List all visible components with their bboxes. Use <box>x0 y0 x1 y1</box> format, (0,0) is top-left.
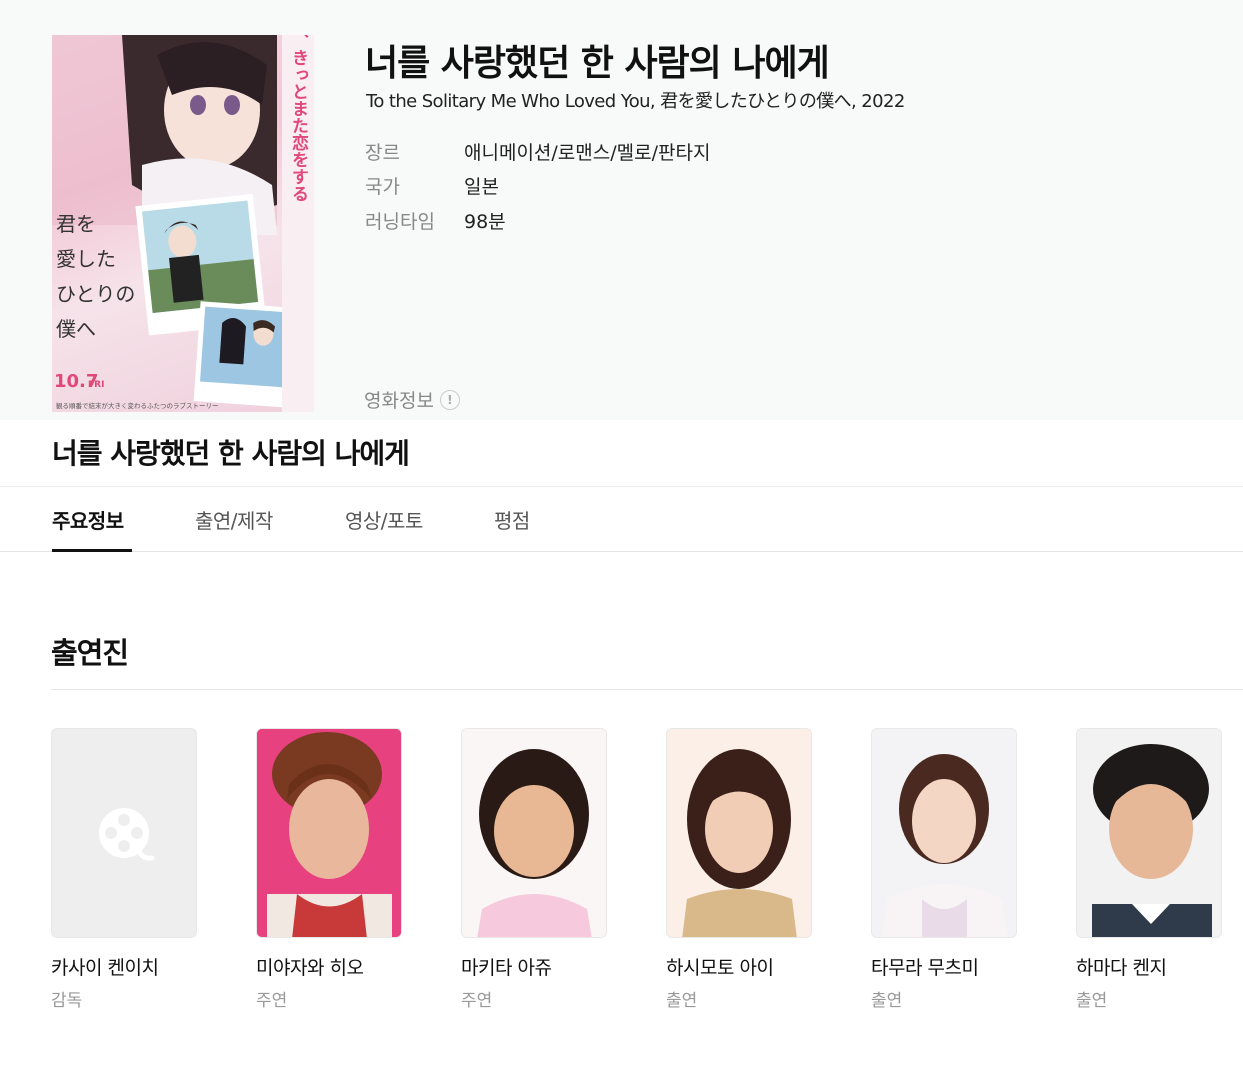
cast-name: 하시모토 아이 <box>666 957 774 979</box>
tab-bar: 주요정보 출연/제작 영상/포토 평점 <box>0 486 1243 552</box>
movie-title: 너를 사랑했던 한 사람의 나에게 <box>365 43 830 84</box>
movie-subtitle: To the Solitary Me Who Loved You, 君を愛したひ… <box>366 91 905 112</box>
poster-bottom-line: 観る順番で結末が大きく変わるふたつのラブストーリー <box>56 401 219 410</box>
cast-photo <box>1076 728 1222 938</box>
cast-card[interactable]: 미야자와 히오 주연 <box>256 728 402 1011</box>
tab-video-photo[interactable]: 영상/포토 <box>345 505 423 534</box>
cast-role: 주연 <box>256 991 288 1011</box>
cast-section-title: 출연진 <box>51 636 129 670</box>
poster-title-line-4: 僕へ <box>56 317 96 341</box>
info-value: 일본 <box>464 176 499 198</box>
movie-info-label: 영화정보 <box>364 390 434 412</box>
divider <box>51 689 1243 690</box>
tab-main-info[interactable]: 주요정보 <box>52 505 124 534</box>
poster-title-line-1: 君を <box>56 212 96 236</box>
cast-name: 미야자와 히오 <box>256 957 364 979</box>
section-title: 너를 사랑했던 한 사람의 나에게 <box>52 437 410 470</box>
cast-card[interactable]: 하마다 켄지 출연 <box>1076 728 1222 1011</box>
poster-tagline: どの世界の君にも、きっとまた恋をする <box>288 35 309 202</box>
cast-photo <box>666 728 812 938</box>
movie-info-link[interactable]: 영화정보 ! <box>364 386 460 413</box>
cast-card[interactable]: 하시모토 아이 출연 <box>666 728 812 1011</box>
poster-day: FRI <box>88 380 104 390</box>
poster-title-line-2: 愛した <box>56 247 116 271</box>
tab-rating[interactable]: 평점 <box>494 505 530 534</box>
cast-photo <box>256 728 402 938</box>
cast-role: 주연 <box>461 991 493 1011</box>
cast-name: 타무라 무츠미 <box>871 957 979 979</box>
tab-cast-crew[interactable]: 출연/제작 <box>195 505 273 534</box>
cast-role: 출연 <box>871 991 903 1011</box>
cast-name: 하마다 켄지 <box>1076 957 1167 979</box>
cast-name: 마키타 아쥬 <box>461 957 552 979</box>
cast-role: 출연 <box>666 991 698 1011</box>
cast-photo <box>461 728 607 938</box>
cast-card[interactable]: 카사이 켄이치 감독 <box>51 728 197 1011</box>
cast-photo <box>871 728 1017 938</box>
cast-card[interactable]: 타무라 무츠미 출연 <box>871 728 1017 1011</box>
poster-title-line-3: ひとりの <box>56 282 135 306</box>
info-label: 러닝타임 <box>365 211 435 233</box>
cast-name: 카사이 켄이치 <box>51 957 159 979</box>
cast-role: 감독 <box>51 991 83 1011</box>
cast-photo-placeholder <box>51 728 197 938</box>
film-reel-icon <box>99 808 155 861</box>
cast-card[interactable]: 마키타 아쥬 주연 <box>461 728 607 1011</box>
info-value: 98분 <box>464 211 506 233</box>
active-tab-indicator <box>52 549 132 552</box>
movie-poster[interactable]: どの世界の君にも、きっとまた恋をする 君を 愛した ひとりの 僕へ 10.7 F… <box>52 35 314 412</box>
info-label: 국가 <box>365 176 400 198</box>
poster-artwork: どの世界の君にも、きっとまた恋をする 君を 愛した ひとりの 僕へ 10.7 F… <box>52 35 314 412</box>
info-label: 장르 <box>365 142 400 164</box>
info-value: 애니메이션/로맨스/멜로/판타지 <box>464 142 711 164</box>
info-icon[interactable]: ! <box>439 389 460 410</box>
movie-header: どの世界の君にも、きっとまた恋をする 君を 愛した ひとりの 僕へ 10.7 F… <box>0 0 1243 420</box>
cast-role: 출연 <box>1076 991 1108 1011</box>
